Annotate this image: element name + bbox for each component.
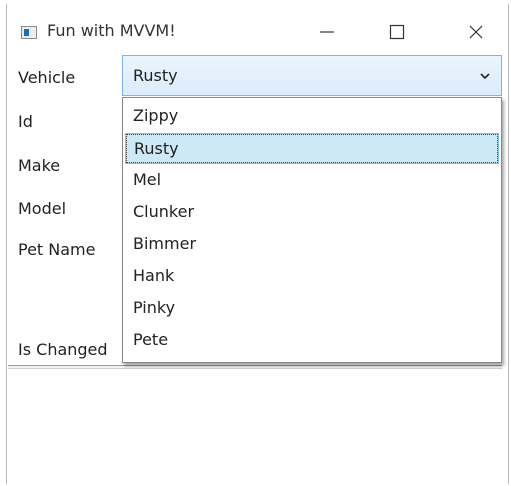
vehicle-combobox-value: Rusty bbox=[133, 66, 178, 85]
vehicle-label: Vehicle bbox=[18, 68, 76, 87]
chevron-down-icon bbox=[480, 73, 490, 80]
dropdown-option-hank[interactable]: Hank bbox=[125, 261, 499, 292]
vehicle-dropdown-list[interactable]: Zippy Rusty Mel Clunker Bimmer Hank Pink… bbox=[122, 97, 502, 363]
make-label: Make bbox=[18, 156, 61, 175]
dropdown-option-bimmer[interactable]: Bimmer bbox=[125, 229, 499, 260]
dropdown-option-rusty[interactable]: Rusty bbox=[125, 133, 499, 164]
dropdown-option-pinky[interactable]: Pinky bbox=[125, 293, 499, 324]
dropdown-option-zippy[interactable]: Zippy bbox=[125, 101, 499, 132]
title-bar[interactable]: Fun with MVVM! bbox=[7, 4, 508, 54]
id-label: Id bbox=[18, 112, 33, 131]
maximize-icon bbox=[389, 24, 405, 40]
close-icon bbox=[469, 25, 483, 39]
dropdown-option-pete[interactable]: Pete bbox=[125, 325, 499, 356]
dropdown-option-clunker[interactable]: Clunker bbox=[125, 197, 499, 228]
minimize-button[interactable] bbox=[304, 14, 350, 50]
minimize-icon bbox=[320, 31, 334, 33]
pet-name-label: Pet Name bbox=[18, 240, 96, 259]
section-divider bbox=[8, 365, 502, 369]
dropdown-option-mel[interactable]: Mel bbox=[125, 165, 499, 196]
model-label: Model bbox=[18, 199, 67, 218]
close-button[interactable] bbox=[453, 14, 499, 50]
window-title: Fun with MVVM! bbox=[47, 21, 176, 40]
is-changed-label: Is Changed bbox=[18, 340, 108, 359]
app-window-icon bbox=[21, 26, 37, 39]
vehicle-combobox[interactable]: Rusty bbox=[122, 55, 502, 96]
maximize-button[interactable] bbox=[374, 14, 420, 50]
